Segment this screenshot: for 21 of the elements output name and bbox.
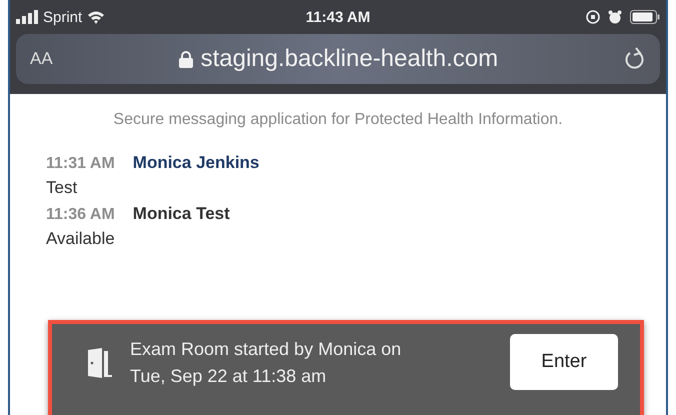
message-time: 11:36 AM: [46, 206, 115, 224]
wifi-icon: [87, 10, 106, 24]
url-text[interactable]: staging.backline-health.com: [200, 45, 498, 73]
clock-time: 11:43 AM: [306, 8, 370, 26]
alarm-icon: [608, 10, 622, 24]
app-description: Secure messaging application for Protected Health Information.: [112, 110, 564, 130]
message-text: Available: [46, 229, 116, 249]
door-icon: [86, 348, 112, 378]
sender-name: Monica Jenkins: [132, 153, 260, 173]
rotation-lock-icon: [586, 10, 600, 24]
carrier-name: Sprint: [43, 8, 82, 26]
notification-text: Exam Room started by Monica on Tue, Sep 22 at 11:38 am: [130, 338, 402, 388]
sender-name: Monica Test: [132, 204, 230, 224]
message-time: 11:31 AM: [46, 155, 115, 173]
lock-icon: [178, 50, 193, 68]
text-size-button[interactable]: AA: [30, 49, 53, 69]
signal-icon: [16, 10, 38, 24]
battery-icon: [630, 10, 660, 24]
reload-icon[interactable]: [624, 47, 646, 71]
message-text: Test: [46, 178, 78, 198]
enter-button[interactable]: Enter: [510, 334, 618, 390]
